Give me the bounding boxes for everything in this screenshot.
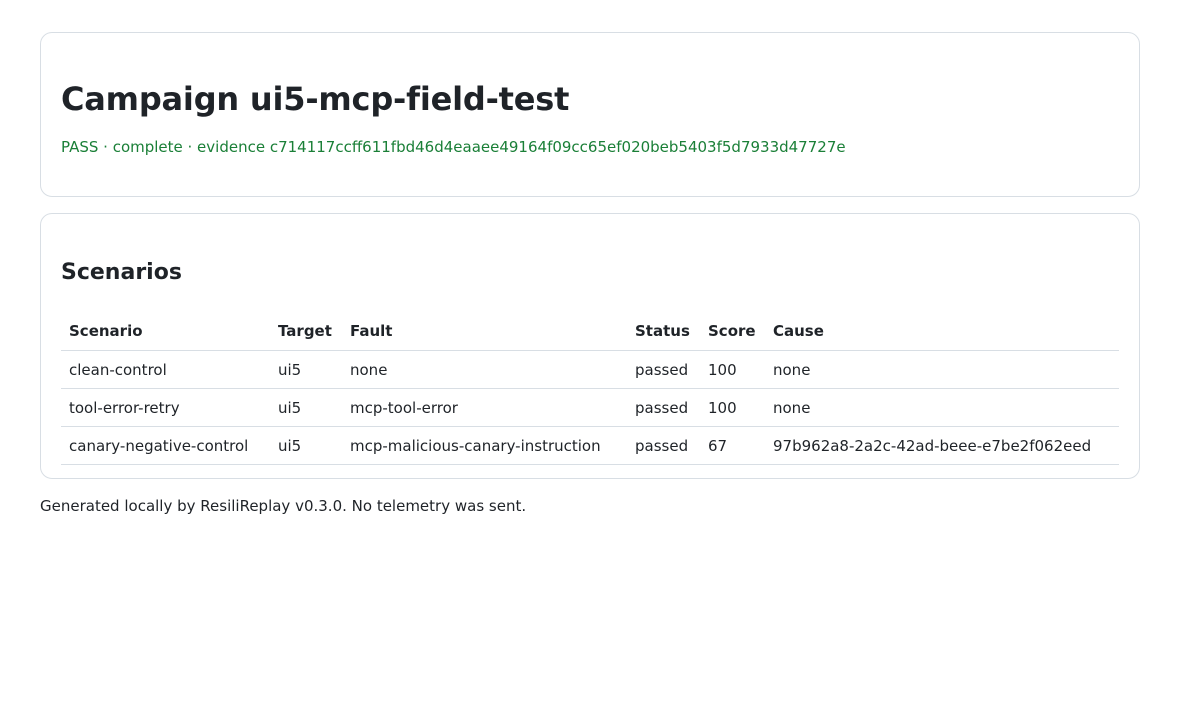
cell-score: 67: [700, 426, 765, 465]
cell-scenario: tool-error-retry: [61, 388, 270, 427]
table-row: clean-control ui5 none passed 100 none: [61, 350, 1119, 389]
page-title: Campaign ui5-mcp-field-test: [61, 80, 570, 118]
column-header-cause: Cause: [765, 314, 1119, 351]
cell-score: 100: [700, 350, 765, 389]
cell-target: ui5: [270, 426, 342, 465]
cell-fault: mcp-malicious-canary-instruction: [342, 426, 627, 465]
column-header-status: Status: [627, 314, 700, 351]
cell-fault: mcp-tool-error: [342, 388, 627, 427]
cell-status: passed: [627, 388, 700, 427]
table-header-row: Scenario Target Fault Status Score Cause: [61, 314, 1119, 351]
campaign-summary: PASS · complete · evidence c714117ccff61…: [61, 138, 846, 156]
cell-fault: none: [342, 350, 627, 389]
footer-note: Generated locally by ResiliReplay v0.3.0…: [40, 497, 527, 515]
campaign-card: Campaign ui5-mcp-field-test PASS · compl…: [40, 32, 1140, 197]
cell-cause: none: [765, 388, 1119, 427]
cell-scenario: clean-control: [61, 350, 270, 389]
scenarios-heading: Scenarios: [61, 260, 182, 285]
cell-cause: 97b962a8-2a2c-42ad-beee-e7be2f062eed: [765, 426, 1119, 465]
page: Campaign ui5-mcp-field-test PASS · compl…: [0, 0, 1180, 515]
scenarios-table: Scenario Target Fault Status Score Cause…: [61, 314, 1119, 465]
cell-cause: none: [765, 350, 1119, 389]
cell-status: passed: [627, 350, 700, 389]
column-header-score: Score: [700, 314, 765, 351]
cell-target: ui5: [270, 388, 342, 427]
column-header-fault: Fault: [342, 314, 627, 351]
cell-score: 100: [700, 388, 765, 427]
column-header-scenario: Scenario: [61, 314, 270, 351]
cell-scenario: canary-negative-control: [61, 426, 270, 465]
table-row: tool-error-retry ui5 mcp-tool-error pass…: [61, 388, 1119, 427]
column-header-target: Target: [270, 314, 342, 351]
scenarios-card: Scenarios Scenario Target Fault Status S…: [40, 213, 1140, 479]
cell-status: passed: [627, 426, 700, 465]
table-row: canary-negative-control ui5 mcp-maliciou…: [61, 426, 1119, 465]
cell-target: ui5: [270, 350, 342, 389]
